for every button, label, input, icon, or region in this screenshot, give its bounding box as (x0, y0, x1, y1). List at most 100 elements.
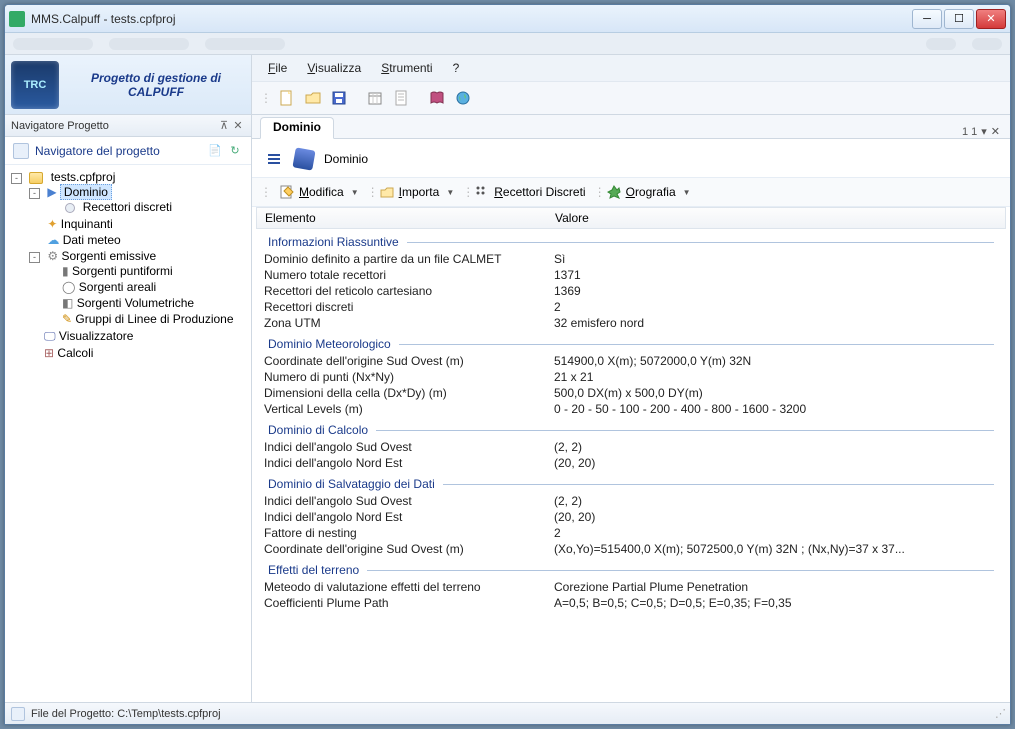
table-row[interactable]: Indici dell'angolo Sud Ovest(2, 2) (256, 439, 1006, 455)
import-icon (380, 185, 394, 199)
close-button[interactable]: ✕ (976, 9, 1006, 29)
recettori-button[interactable]: Recettori Discreti (469, 182, 591, 202)
new-icon[interactable] (276, 87, 298, 109)
sidebar: Navigatore Progetto ⊼ ✕ Navigatore del p… (5, 115, 252, 702)
tree-sorgenti-volumetriche[interactable]: ◧ Sorgenti Volumetriche (47, 295, 249, 311)
menu-visualizza[interactable]: Visualizza (299, 58, 369, 78)
page-header: Dominio (252, 139, 1010, 177)
pin-icon[interactable]: ⊼ (217, 119, 231, 132)
node-icon (65, 203, 75, 213)
open-icon[interactable] (302, 87, 324, 109)
table-row[interactable]: Numero di punti (Nx*Ny)21 x 21 (256, 369, 1006, 385)
tree-item-label: Sorgenti puntiformi (72, 264, 173, 278)
globe-icon[interactable] (452, 87, 474, 109)
background-blur (5, 33, 1010, 55)
tree-item-label: Dati meteo (63, 233, 121, 247)
menu-strumenti[interactable]: Strumenti (373, 58, 440, 78)
table-row[interactable]: Meteodo di valutazione effetti del terre… (256, 579, 1006, 595)
tree-root[interactable]: - tests.cpfproj - ▶ Dominio (11, 169, 249, 362)
minimize-button[interactable]: ─ (912, 9, 942, 29)
table-row[interactable]: Indici dell'angolo Nord Est(20, 20) (256, 455, 1006, 471)
table-row[interactable]: Numero totale recettori1371 (256, 267, 1006, 283)
tree-dominio-label: Dominio (60, 184, 112, 200)
collapse-icon[interactable]: - (11, 173, 22, 184)
tree-recettori-discreti[interactable]: Recettori discreti (47, 199, 249, 215)
tree-calcoli[interactable]: ⊞ Calcoli (29, 345, 249, 361)
table-row[interactable]: Recettori discreti2 (256, 299, 1006, 315)
save-icon[interactable] (328, 87, 350, 109)
tree-item-label: Sorgenti areali (79, 280, 156, 294)
table-row[interactable]: Zona UTM32 emisfero nord (256, 315, 1006, 331)
table-row[interactable]: Coefficienti Plume PathA=0,5; B=0,5; C=0… (256, 595, 1006, 611)
split-area: Navigatore Progetto ⊼ ✕ Navigatore del p… (5, 115, 1010, 702)
brand-line2: CALPUFF (128, 85, 184, 99)
grid-header: Elemento Valore (256, 207, 1006, 229)
app-body: TRC Progetto di gestione di CALPUFF File… (5, 55, 1010, 724)
section-terreno: Effetti del terreno (256, 557, 1006, 579)
tree-visualizzatore[interactable]: 🖵 Visualizzatore (29, 328, 249, 345)
table-row[interactable]: Indici dell'angolo Sud Ovest(2, 2) (256, 493, 1006, 509)
importa-button[interactable]: Importa▼ (374, 182, 461, 202)
edit-icon (280, 185, 294, 199)
menu-file[interactable]: File (260, 58, 295, 78)
app-window: MMS.Calpuff - tests.cpfproj ─ ☐ ✕ TRC Pr… (4, 4, 1011, 725)
main-toolbar: ⋮ (252, 81, 1010, 114)
table-row[interactable]: Recettori del reticolo cartesiano1369 (256, 283, 1006, 299)
tab-counter: 1 1 (960, 126, 979, 138)
tree-item-label: Gruppi di Linee di Produzione (75, 312, 233, 326)
table-row[interactable]: Indici dell'angolo Nord Est(20, 20) (256, 509, 1006, 525)
tree-inquinanti[interactable]: ✦ Inquinanti (29, 216, 249, 232)
tab-close-icon[interactable]: ✕ (989, 125, 1002, 138)
book-icon[interactable] (426, 87, 448, 109)
table-row[interactable]: Vertical Levels (m)0 - 20 - 50 - 100 - 2… (256, 401, 1006, 417)
menu-help[interactable]: ? (445, 58, 468, 78)
tree-item-label: Calcoli (57, 346, 93, 360)
status-icon (11, 707, 25, 721)
section-informazioni: Informazioni Riassuntive (256, 229, 1006, 251)
tab-menu-icon[interactable]: ▾ (979, 125, 989, 138)
table-row[interactable]: Coordinate dell'origine Sud Ovest (m)(Xo… (256, 541, 1006, 557)
statusbar: File del Progetto: C:\Temp\tests.cpfproj… (5, 702, 1010, 724)
tree-sorgenti-puntiformi[interactable]: ▮ Sorgenti puntiformi (47, 263, 249, 279)
col-valore[interactable]: Valore (547, 211, 1005, 225)
menu-toolbar-area: File Visualizza Strumenti ? ⋮ (252, 55, 1010, 115)
project-tree: - tests.cpfproj - ▶ Dominio (5, 165, 251, 702)
cube-icon (292, 147, 315, 170)
tree-gruppi-linee[interactable]: ✎ Gruppi di Linee di Produzione (47, 311, 249, 327)
tab-dominio[interactable]: Dominio (260, 117, 334, 139)
document-icon[interactable] (390, 87, 412, 109)
orografia-button[interactable]: Orografia▼ (601, 182, 697, 202)
sidebar-close-icon[interactable]: ✕ (231, 119, 245, 132)
tree-sorgenti-areali[interactable]: ◯ Sorgenti areali (47, 279, 249, 295)
terrain-icon (607, 185, 621, 199)
tabstrip: Dominio 1 1 ▾ ✕ (252, 115, 1010, 139)
window-controls: ─ ☐ ✕ (912, 9, 1006, 29)
page: Dominio ⋮ Modifica▼ ⋮ Importa▼ ⋮ (252, 139, 1010, 702)
calendar-icon[interactable] (364, 87, 386, 109)
top-row: TRC Progetto di gestione di CALPUFF File… (5, 55, 1010, 115)
lines-icon (268, 154, 280, 164)
sidebar-action2-icon[interactable]: ↻ (227, 143, 243, 159)
table-row[interactable]: Fattore di nesting2 (256, 525, 1006, 541)
table-row[interactable]: Dimensioni della cella (Dx*Dy) (m)500,0 … (256, 385, 1006, 401)
brand-text: Progetto di gestione di CALPUFF (67, 71, 245, 99)
page-toolbar: ⋮ Modifica▼ ⋮ Importa▼ ⋮ (252, 177, 1010, 207)
tree-sorgenti[interactable]: - ⚙ Sorgenti emissive ▮ Sorgenti puntifo… (29, 248, 249, 328)
collapse-icon[interactable]: - (29, 188, 40, 199)
table-row[interactable]: Dominio definito a partire da un file CA… (256, 251, 1006, 267)
brand-logo: TRC (11, 61, 59, 109)
content-area: Dominio 1 1 ▾ ✕ Dominio ⋮ (252, 115, 1010, 702)
menubar: File Visualizza Strumenti ? (252, 55, 1010, 81)
sidebar-action1-icon[interactable]: 📄 (207, 143, 223, 159)
resize-grip-icon[interactable]: ⋰ (995, 707, 1004, 720)
tree-dati-meteo[interactable]: ☁ Dati meteo (29, 232, 249, 248)
tree-item-label: Recettori discreti (83, 200, 172, 214)
sidebar-title: Navigatore Progetto (11, 120, 109, 132)
collapse-icon[interactable]: - (29, 252, 40, 263)
sidebar-subheader: Navigatore del progetto 📄 ↻ (5, 137, 251, 165)
col-elemento[interactable]: Elemento (257, 211, 547, 225)
maximize-button[interactable]: ☐ (944, 9, 974, 29)
table-row[interactable]: Coordinate dell'origine Sud Ovest (m)514… (256, 353, 1006, 369)
tree-dominio[interactable]: - ▶ Dominio Recettori discreti (29, 184, 249, 216)
modifica-button[interactable]: Modifica▼ (274, 182, 365, 202)
